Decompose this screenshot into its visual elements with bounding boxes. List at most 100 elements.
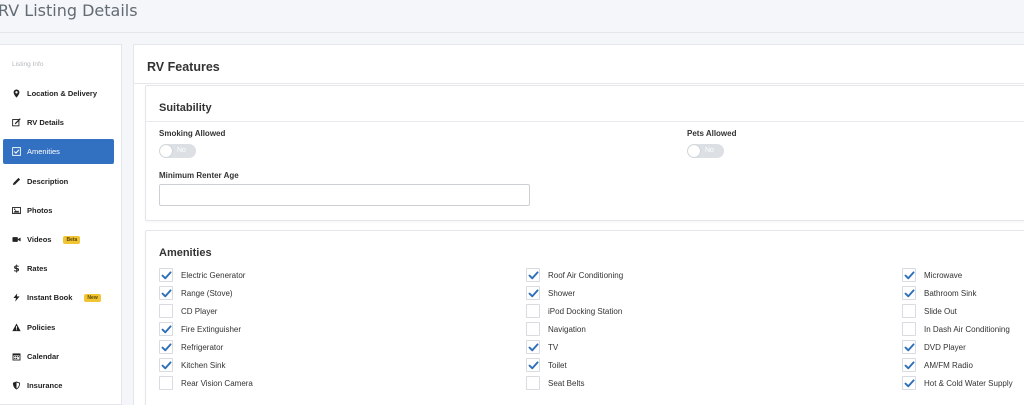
checked-checkbox[interactable]: [902, 358, 916, 372]
unchecked-checkbox[interactable]: [526, 322, 540, 336]
checkmark-icon: [904, 360, 915, 369]
sidebar-item-label: Insurance: [27, 381, 63, 390]
amenity-label: Refrigerator: [181, 342, 224, 352]
amenity-label: DVD Player: [924, 342, 966, 352]
amenity-checkbox-row[interactable]: CD Player: [159, 303, 217, 319]
smoking-allowed-label: Smoking Allowed: [159, 129, 226, 138]
checkmark-icon: [528, 360, 539, 369]
checked-checkbox[interactable]: [526, 286, 540, 300]
unchecked-checkbox[interactable]: [902, 304, 916, 318]
amenity-checkbox-row[interactable]: Toilet: [526, 357, 567, 373]
amenity-checkbox-row[interactable]: Microwave: [902, 267, 962, 283]
checked-checkbox[interactable]: [526, 358, 540, 372]
main-panel: RV Features Suitability Smoking Allowed …: [133, 44, 1024, 405]
amenity-checkbox-row[interactable]: Roof Air Conditioning: [526, 267, 623, 283]
checkmark-icon: [528, 270, 539, 279]
amenity-label: Microwave: [924, 270, 963, 280]
sidebar-item-description[interactable]: Description: [3, 169, 114, 194]
checked-checkbox[interactable]: [902, 376, 916, 390]
sidebar-item-photos[interactable]: Photos: [3, 198, 114, 223]
checked-checkbox[interactable]: [902, 268, 916, 282]
video-camera-icon: [11, 235, 21, 245]
amenity-checkbox-row[interactable]: Kitchen Sink: [159, 357, 225, 373]
sidebar-item-label: Instant Book: [27, 293, 73, 303]
checked-checkbox[interactable]: [159, 322, 173, 336]
pencil-icon: [11, 176, 21, 186]
sidebar-item-calendar[interactable]: Calendar: [3, 344, 114, 369]
sidebar-item-rv-details[interactable]: RV Details: [3, 110, 114, 135]
amenity-checkbox-row[interactable]: AM/FM Radio: [902, 357, 973, 373]
checkmark-icon: [528, 288, 539, 297]
amenity-checkbox-row[interactable]: Bathroom Sink: [902, 285, 976, 301]
amenity-checkbox-row[interactable]: Electric Generator: [159, 267, 245, 283]
amenity-label: Slide Out: [924, 306, 957, 316]
sidebar-item-label: Photos: [27, 205, 53, 215]
checked-checkbox[interactable]: [159, 286, 173, 300]
sidebar-item-label: Rates: [27, 264, 48, 274]
amenity-checkbox-row[interactable]: iPod Docking Station: [526, 303, 622, 319]
unchecked-checkbox[interactable]: [159, 376, 173, 390]
checkmark-icon: [161, 342, 172, 351]
suitability-title: Suitability: [159, 102, 212, 114]
amenity-checkbox-row[interactable]: Range (Stove): [159, 285, 233, 301]
unchecked-checkbox[interactable]: [902, 322, 916, 336]
amenity-checkbox-row[interactable]: Slide Out: [902, 303, 957, 319]
amenity-checkbox-row[interactable]: TV: [526, 339, 558, 355]
section-title: RV Features: [147, 60, 220, 74]
sidebar-item-insurance[interactable]: Insurance: [3, 373, 114, 398]
sidebar-item-instant-book[interactable]: Instant Book New: [3, 285, 114, 310]
toggle-text: No: [705, 147, 714, 154]
checkmark-icon: [904, 342, 915, 351]
sidebar-item-policies[interactable]: Policies: [3, 315, 114, 340]
checked-checkbox[interactable]: [526, 340, 540, 354]
checkmark-icon: [904, 270, 915, 279]
checkmark-icon: [904, 288, 915, 297]
amenity-label: Fire Extinguisher: [181, 324, 242, 334]
shield-icon: [11, 381, 21, 391]
amenity-label: In Dash Air Conditioning: [924, 324, 1010, 334]
toggle-knob: [160, 145, 172, 157]
amenity-label: Toilet: [548, 360, 567, 370]
amenity-checkbox-row[interactable]: Hot & Cold Water Supply: [902, 375, 1013, 391]
checkmark-icon: [161, 288, 172, 297]
edit-icon: [11, 118, 21, 128]
amenity-checkbox-row[interactable]: Rear Vision Camera: [159, 375, 253, 391]
amenity-checkbox-row[interactable]: Shower: [526, 285, 575, 301]
sidebar-item-location-delivery[interactable]: Location & Delivery: [3, 81, 114, 106]
unchecked-checkbox[interactable]: [159, 304, 173, 318]
amenity-checkbox-row[interactable]: In Dash Air Conditioning: [902, 321, 1010, 337]
smoking-allowed-toggle[interactable]: No: [159, 144, 196, 158]
sidebar-heading: Listing Info: [12, 61, 44, 68]
divider: [134, 83, 1024, 84]
checked-checkbox[interactable]: [526, 268, 540, 282]
amenity-label: Range (Stove): [181, 288, 233, 298]
pets-allowed-toggle[interactable]: No: [687, 144, 724, 158]
sidebar-item-rates[interactable]: $ Rates: [3, 256, 114, 281]
sidebar-item-label: Description: [27, 176, 69, 186]
checked-checkbox[interactable]: [159, 358, 173, 372]
checked-checkbox[interactable]: [902, 340, 916, 354]
minimum-renter-age-input[interactable]: [159, 184, 530, 206]
checked-checkbox[interactable]: [159, 268, 173, 282]
amenities-title: Amenities: [159, 247, 212, 259]
amenity-checkbox-row[interactable]: Refrigerator: [159, 339, 223, 355]
calendar-icon: [11, 351, 21, 361]
checked-checkbox[interactable]: [902, 286, 916, 300]
checkmark-icon: [528, 342, 539, 351]
amenity-checkbox-row[interactable]: Fire Extinguisher: [159, 321, 241, 337]
page-header: RV Listing Details: [0, 0, 1024, 33]
checked-checkbox[interactable]: [159, 340, 173, 354]
sidebar-item-videos[interactable]: Videos Beta: [3, 227, 114, 252]
map-marker-icon: [11, 89, 21, 99]
amenity-checkbox-row[interactable]: Navigation: [526, 321, 586, 337]
divider: [146, 121, 1024, 122]
amenity-checkbox-row[interactable]: DVD Player: [902, 339, 966, 355]
unchecked-checkbox[interactable]: [526, 376, 540, 390]
unchecked-checkbox[interactable]: [526, 304, 540, 318]
sidebar-item-label: Location & Delivery: [27, 89, 98, 98]
amenity-label: Shower: [548, 288, 576, 298]
checkmark-icon: [161, 324, 172, 333]
amenity-checkbox-row[interactable]: Seat Belts: [526, 375, 584, 391]
sidebar-item-amenities[interactable]: Amenities: [3, 139, 114, 165]
amenity-label: Electric Generator: [181, 270, 246, 280]
